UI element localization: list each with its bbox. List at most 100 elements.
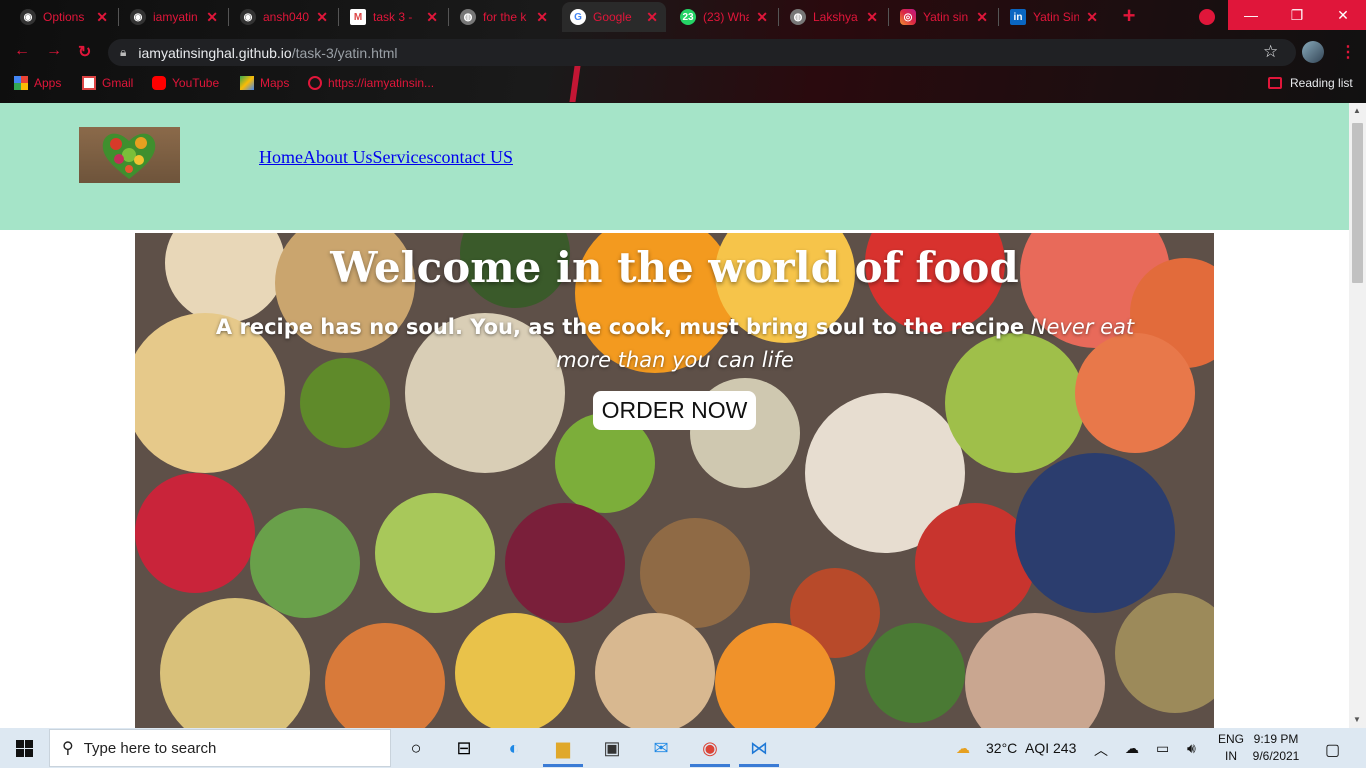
tab-instagram[interactable]: ◎ Yatin sin ✕ [900, 4, 988, 30]
close-icon[interactable]: ✕ [756, 9, 768, 26]
tab-ansh[interactable]: ◉ ansh040 ✕ [240, 4, 328, 30]
language-indicator[interactable]: ENG IN [1217, 731, 1245, 765]
close-icon[interactable]: ✕ [1086, 9, 1098, 26]
github-icon: ◉ [240, 9, 256, 25]
windows-start-icon[interactable] [16, 740, 33, 757]
tab-search-icon[interactable] [1199, 9, 1215, 25]
mail-icon[interactable]: ✉ [647, 734, 675, 762]
bookmark-apps[interactable]: Apps [14, 76, 61, 90]
tab-options[interactable]: ◉ Options ✕ [20, 4, 108, 30]
hero-title: Welcome in the world of food [330, 243, 1019, 292]
clock-time: 9:19 PM [1253, 732, 1299, 746]
task-view-icon[interactable]: ⊟ [450, 734, 478, 762]
instagram-icon: ◎ [900, 9, 916, 25]
profile-avatar[interactable] [1302, 41, 1324, 63]
nav-about-link[interactable]: About Us [303, 147, 373, 168]
google-icon: G [570, 9, 586, 25]
lang-code: ENG [1217, 732, 1244, 746]
weather-icon[interactable]: ☁ [956, 740, 970, 757]
tab-title: Yatin Sin [1033, 10, 1079, 24]
new-tab-button[interactable]: + [1118, 5, 1140, 28]
tab-title: Yatin sin [923, 10, 969, 24]
tab-task3[interactable]: M task 3 - ✕ [350, 4, 438, 30]
reading-list-button[interactable]: Reading list [1268, 76, 1353, 90]
gmail-icon [82, 76, 96, 90]
bookmark-label: YouTube [172, 76, 220, 90]
search-placeholder: Type here to search [83, 739, 217, 757]
tab-iamyatin[interactable]: ◉ iamyatin ✕ [130, 4, 218, 30]
bookmark-site[interactable]: https://iamyatinsin... [308, 76, 434, 90]
store-icon[interactable]: ▣ [598, 734, 626, 762]
github-icon: ◉ [130, 9, 146, 25]
aqi-value[interactable]: AQI 243 [1025, 740, 1076, 756]
globe-icon: ◍ [460, 9, 476, 25]
close-icon[interactable]: ✕ [866, 9, 878, 26]
forward-icon[interactable]: → [46, 42, 62, 60]
nav-home-link[interactable]: Home [259, 147, 303, 168]
tab-divider [228, 8, 229, 26]
chrome-icon[interactable]: ◉ [696, 734, 724, 762]
close-icon[interactable]: ✕ [976, 9, 988, 26]
chevron-up-icon[interactable]: ︿ [1094, 740, 1108, 760]
page-scrollbar[interactable]: ▲ ▼ [1349, 103, 1366, 728]
close-icon[interactable]: ✕ [536, 9, 548, 26]
tab-linkedin[interactable]: in Yatin Sin ✕ [1010, 4, 1098, 30]
edge-icon[interactable]: ◐ [500, 734, 528, 762]
scroll-up-icon[interactable]: ▲ [1353, 106, 1361, 115]
notification-icon[interactable]: ▢ [1325, 740, 1340, 760]
scrollbar-thumb[interactable] [1352, 123, 1363, 283]
tab-lakshya[interactable]: ◍ Lakshya ✕ [790, 4, 878, 30]
bookmark-youtube[interactable]: YouTube [152, 76, 219, 90]
vscode-icon[interactable]: ⋈ [745, 734, 773, 762]
tab-for-the[interactable]: ◍ for the k ✕ [460, 4, 548, 30]
tab-whatsapp[interactable]: 23 (23) Wha ✕ [680, 4, 768, 30]
close-icon[interactable]: ✕ [646, 9, 658, 26]
tab-divider [888, 8, 889, 26]
windows-taskbar: ⚲ Type here to search ○ ⊟ ◐ ▆ ▣ ✉ ◉ ⋈ ☁ … [0, 728, 1366, 768]
volume-icon[interactable]: 🔊︎ [1187, 740, 1196, 757]
close-icon[interactable]: ✕ [316, 9, 328, 26]
url-path: /task-3/yatin.html [291, 44, 398, 61]
tab-title: for the k [483, 10, 527, 24]
taskbar-clock[interactable]: 9:19 PM 9/6/2021 [1252, 731, 1300, 765]
cortana-icon[interactable]: ○ [402, 734, 430, 762]
onedrive-icon[interactable]: ☁ [1125, 740, 1139, 757]
restore-button[interactable]: ❐ [1274, 0, 1320, 30]
bookmark-maps[interactable]: Maps [240, 76, 289, 90]
bookmark-star-icon[interactable]: ☆ [1263, 42, 1278, 62]
address-bar[interactable]: 🔒︎ iamyatinsinghal.github.io/task-3/yati… [108, 39, 1296, 66]
nav-contact-link[interactable]: contact US [434, 147, 513, 168]
tab-google-active[interactable]: G Google ✕ [562, 2, 666, 32]
scroll-down-icon[interactable]: ▼ [1353, 715, 1361, 724]
close-icon[interactable]: ✕ [426, 9, 438, 26]
tab-title: iamyatin [153, 10, 198, 24]
menu-kebab-icon[interactable]: ⋮ [1340, 42, 1356, 62]
close-icon[interactable]: ✕ [96, 9, 108, 26]
order-now-button[interactable]: ORDER NOW [593, 391, 756, 430]
minimize-button[interactable]: — [1228, 0, 1274, 30]
tab-divider [338, 8, 339, 26]
page-viewport: Home About Us Services contact US Welcom… [0, 103, 1349, 728]
close-icon[interactable]: ✕ [206, 9, 218, 26]
battery-icon[interactable]: ▭ [1156, 740, 1169, 757]
tab-strip: ◉ Options ✕ ◉ iamyatin ✕ ◉ ansh040 ✕ M t… [0, 0, 1366, 34]
reload-icon[interactable]: ↻ [78, 42, 91, 62]
taskbar-search-box[interactable]: ⚲ Type here to search [49, 729, 391, 767]
search-icon: ⚲ [62, 740, 74, 757]
main-nav: Home About Us Services contact US [259, 147, 513, 168]
apps-grid-icon [14, 76, 28, 90]
globe-icon: ◍ [790, 9, 806, 25]
nav-services-link[interactable]: Services [373, 147, 434, 168]
close-window-button[interactable]: ✕ [1320, 0, 1366, 30]
hero-subtitle: A recipe has no soul. You, as the cook, … [195, 311, 1155, 377]
gmail-icon: M [350, 9, 366, 25]
bookmark-gmail[interactable]: Gmail [82, 76, 133, 90]
github-icon: ◉ [20, 9, 36, 25]
back-icon[interactable]: ← [14, 42, 30, 60]
reading-list-icon [1268, 77, 1282, 89]
weather-temp[interactable]: 32°C [986, 740, 1017, 756]
tab-title: (23) Wha [703, 10, 749, 24]
clock-date: 9/6/2021 [1252, 749, 1300, 763]
tab-title: Lakshya [813, 10, 858, 24]
file-explorer-icon[interactable]: ▆ [549, 734, 577, 762]
